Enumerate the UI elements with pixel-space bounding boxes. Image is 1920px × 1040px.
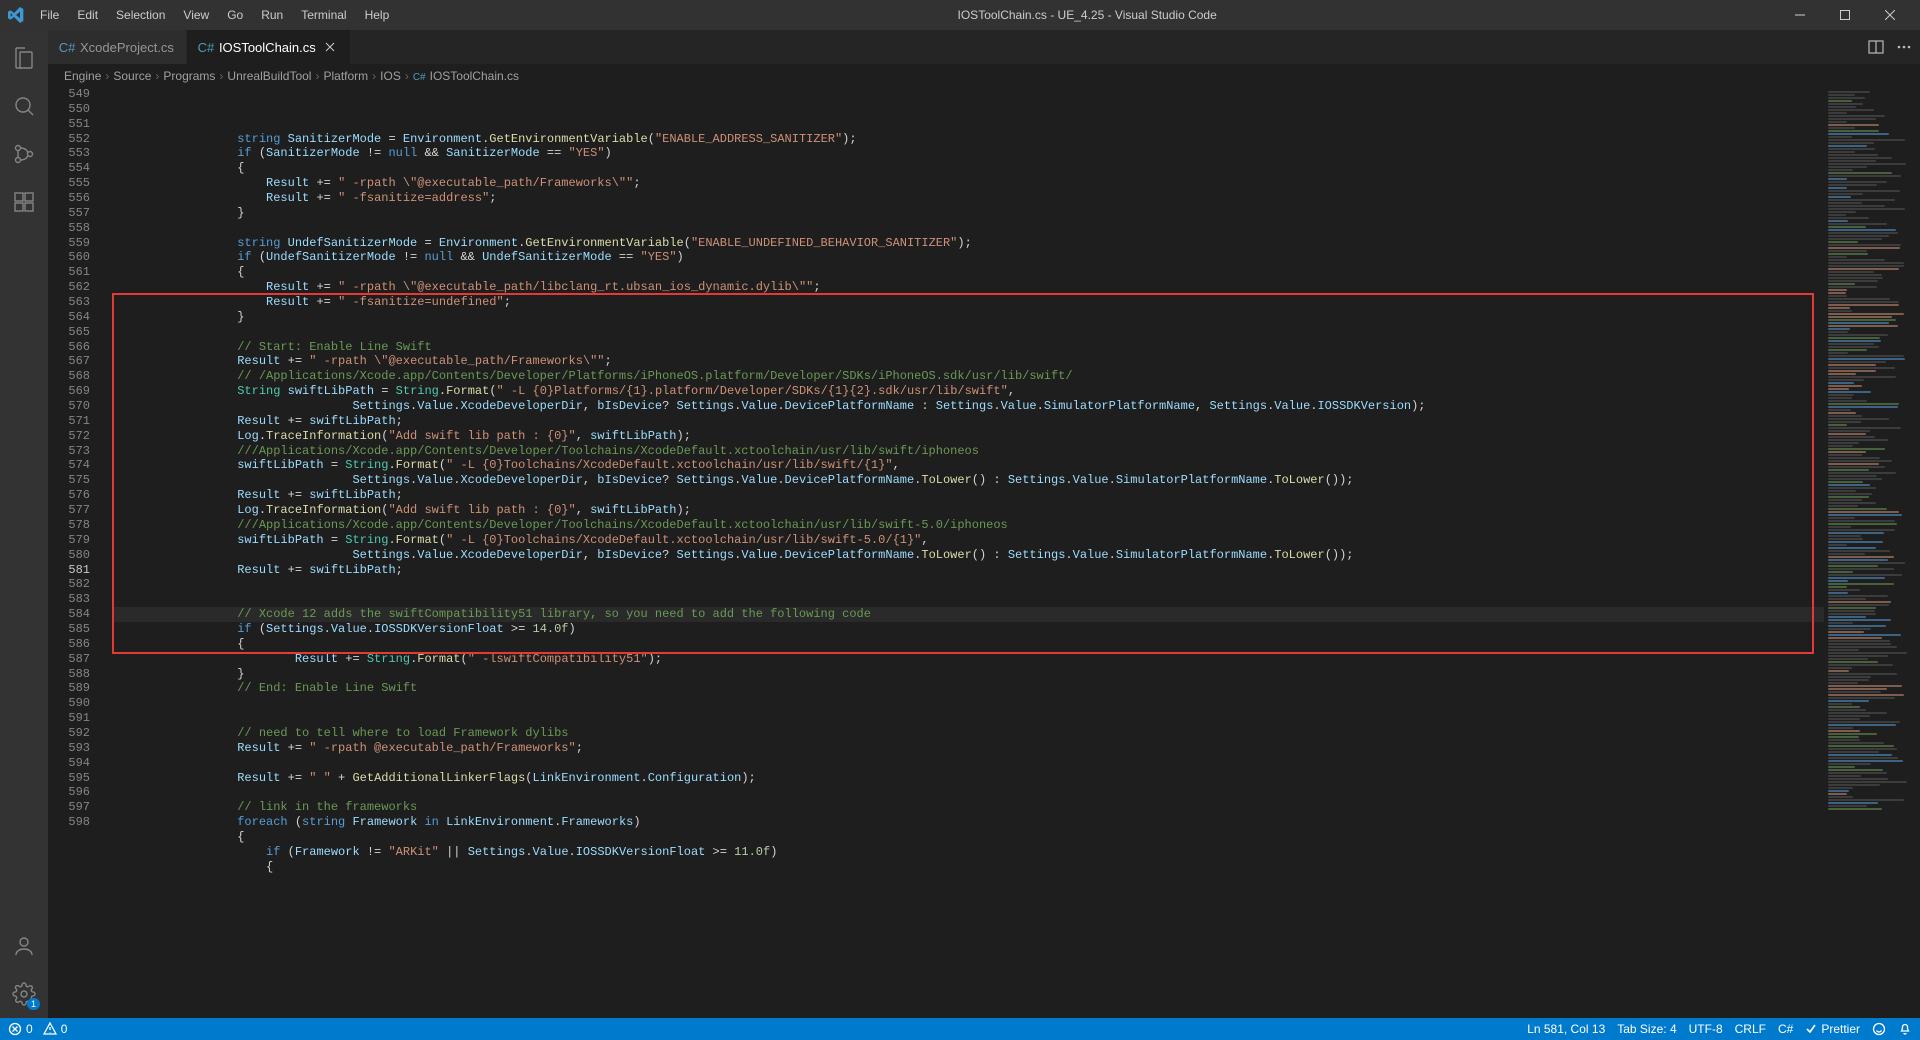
tab-label: XcodeProject.cs: [80, 40, 174, 55]
editor-area: C# XcodeProject.cs C# IOSToolChain.cs: [48, 30, 1920, 1018]
editor-tabs: C# XcodeProject.cs C# IOSToolChain.cs: [48, 30, 1920, 65]
breadcrumb-item[interactable]: Programs: [163, 69, 215, 83]
menu-help[interactable]: Help: [357, 4, 398, 26]
window-title: IOSToolChain.cs - UE_4.25 - Visual Studi…: [397, 8, 1777, 22]
menu-view[interactable]: View: [175, 4, 217, 26]
status-errors[interactable]: 0 0: [8, 1022, 67, 1036]
status-formatter[interactable]: Prettier: [1805, 1022, 1860, 1036]
breadcrumb-item[interactable]: Source: [113, 69, 151, 83]
menu-go[interactable]: Go: [219, 4, 251, 26]
maximize-button[interactable]: [1822, 0, 1867, 30]
status-tab-size[interactable]: Tab Size: 4: [1617, 1022, 1676, 1036]
editor-body[interactable]: 5495505515525535545555565575585595605615…: [48, 87, 1920, 1018]
menubar: File Edit Selection View Go Run Terminal…: [32, 4, 397, 26]
explorer-icon[interactable]: [0, 34, 48, 82]
status-ln-col[interactable]: Ln 581, Col 13: [1527, 1022, 1605, 1036]
breadcrumb-item[interactable]: IOS: [380, 69, 401, 83]
activity-bar: 1: [0, 30, 48, 1018]
line-number-gutter: 5495505515525535545555565575585595605615…: [48, 87, 108, 1018]
titlebar: File Edit Selection View Go Run Terminal…: [0, 0, 1920, 30]
menu-terminal[interactable]: Terminal: [293, 4, 354, 26]
settings-gear-icon[interactable]: 1: [0, 970, 48, 1018]
code-area[interactable]: string SanitizerMode = Environment.GetEn…: [112, 87, 1824, 1018]
status-bar: 0 0 Ln 581, Col 13 Tab Size: 4 UTF-8 CRL…: [0, 1018, 1920, 1040]
breadcrumb-item[interactable]: Platform: [323, 69, 368, 83]
menu-edit[interactable]: Edit: [69, 4, 106, 26]
menu-selection[interactable]: Selection: [108, 4, 173, 26]
close-icon[interactable]: [322, 39, 338, 55]
close-button[interactable]: [1867, 0, 1912, 30]
minimap[interactable]: [1824, 87, 1920, 1018]
csharp-file-icon: C#: [60, 40, 74, 54]
breadcrumb-item[interactable]: Engine: [64, 69, 101, 83]
csharp-file-icon: C#: [199, 40, 213, 54]
breadcrumb-file[interactable]: C#IOSToolChain.cs: [413, 69, 519, 83]
account-icon[interactable]: [0, 922, 48, 970]
breadcrumbs[interactable]: Engine› Source› Programs› UnrealBuildToo…: [48, 65, 1920, 87]
settings-badge: 1: [27, 998, 40, 1010]
tab-label: IOSToolChain.cs: [219, 40, 316, 55]
status-language[interactable]: C#: [1778, 1022, 1793, 1036]
window-controls: [1777, 0, 1912, 30]
tab-iostoolchain[interactable]: C# IOSToolChain.cs: [187, 30, 351, 64]
tab-xcodeproject[interactable]: C# XcodeProject.cs: [48, 30, 187, 64]
status-encoding[interactable]: UTF-8: [1689, 1022, 1723, 1036]
status-feedback-icon[interactable]: [1872, 1022, 1886, 1036]
menu-file[interactable]: File: [32, 4, 67, 26]
breadcrumb-item[interactable]: UnrealBuildTool: [227, 69, 311, 83]
extensions-icon[interactable]: [0, 178, 48, 226]
menu-run[interactable]: Run: [253, 4, 291, 26]
vscode-logo-icon: [8, 7, 24, 23]
minimize-button[interactable]: [1777, 0, 1822, 30]
source-control-icon[interactable]: [0, 130, 48, 178]
search-icon[interactable]: [0, 82, 48, 130]
status-notifications-icon[interactable]: [1898, 1022, 1912, 1036]
more-actions-icon[interactable]: [1896, 39, 1912, 55]
status-eol[interactable]: CRLF: [1735, 1022, 1766, 1036]
split-editor-icon[interactable]: [1868, 39, 1884, 55]
